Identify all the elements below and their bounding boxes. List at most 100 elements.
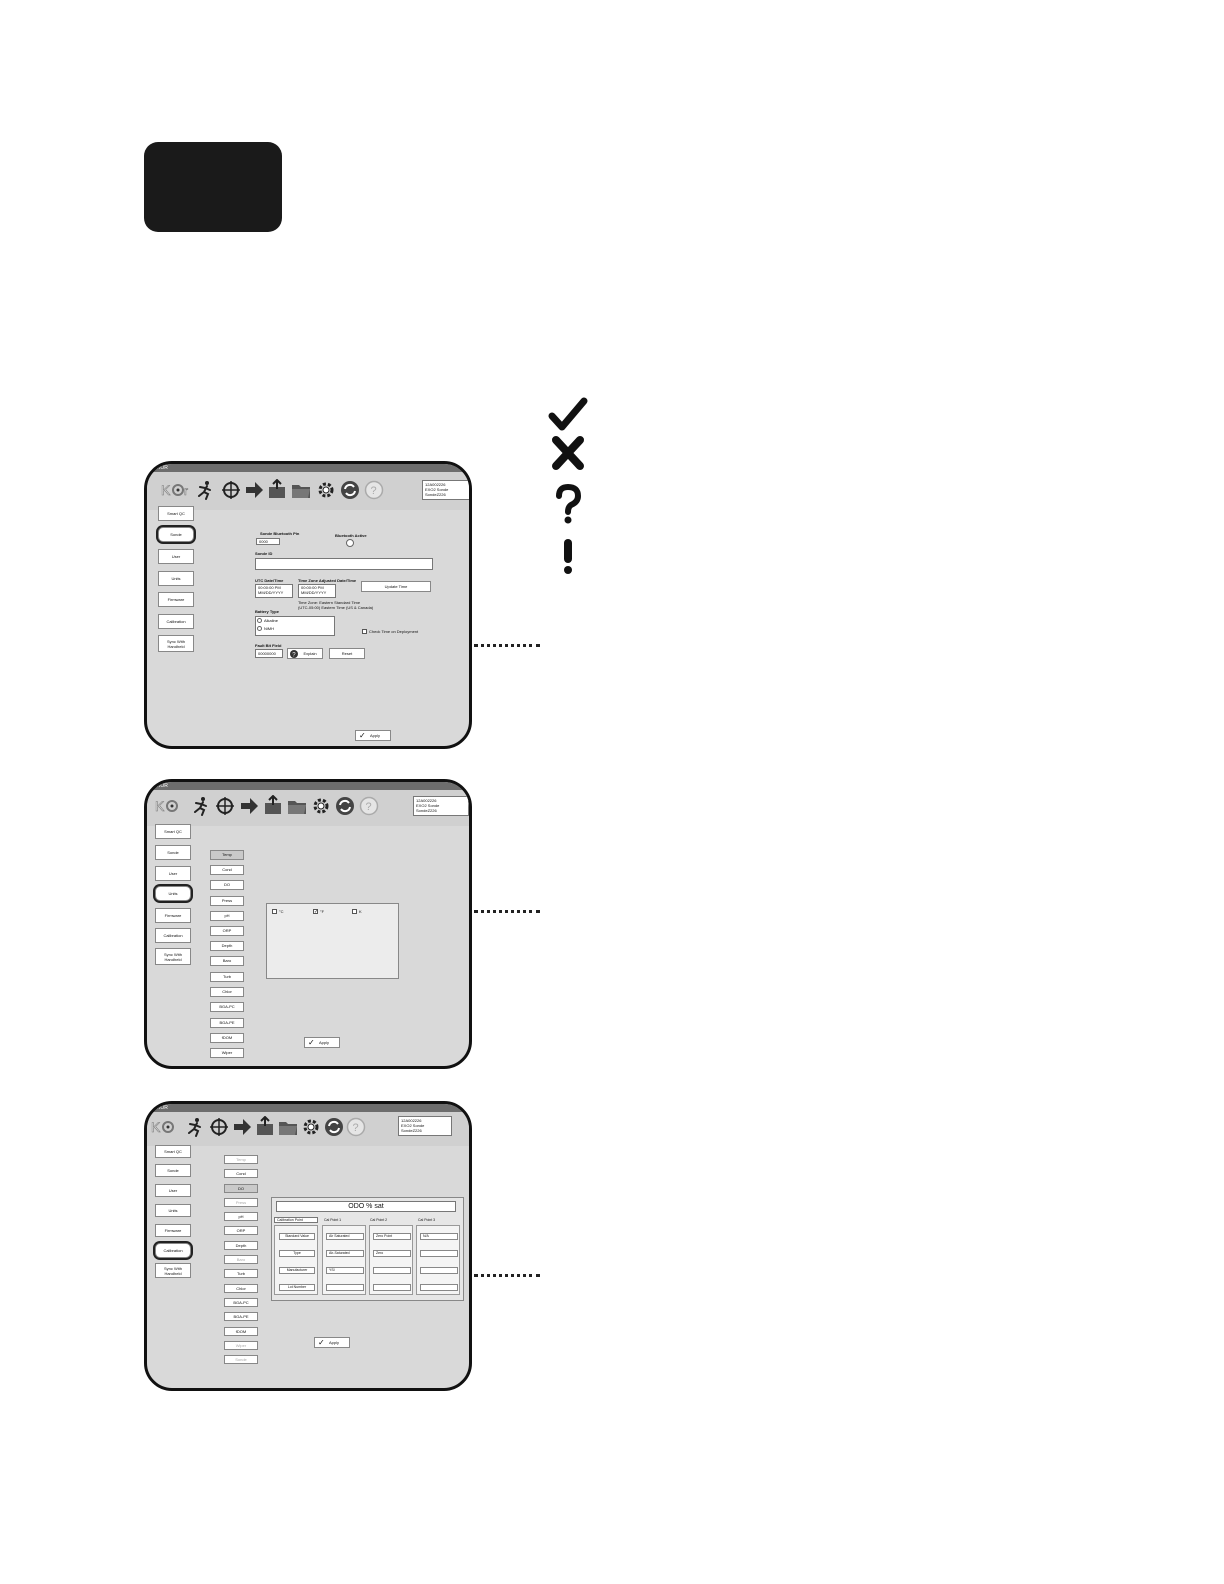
sub-temp[interactable]: Temp (224, 1155, 258, 1164)
cal-point-3-manufacturer[interactable] (420, 1267, 458, 1274)
bt-active-indicator[interactable] (346, 539, 354, 547)
sub-bga-pe[interactable]: BGA-PE (224, 1312, 258, 1321)
nav-sync-handheld[interactable]: Sync With Handheld (155, 1263, 191, 1278)
cal-point-3-standard-value[interactable]: N/A (420, 1233, 458, 1240)
sub-turb[interactable]: Turb (210, 972, 244, 982)
run-icon[interactable] (191, 796, 211, 816)
arrow-right-icon[interactable] (244, 480, 264, 500)
upload-folder-icon[interactable] (255, 1116, 275, 1136)
settings-gear-icon[interactable] (310, 795, 332, 817)
battery-nimh-radio[interactable] (257, 626, 262, 631)
cal-point-2-standard-value[interactable]: Zero Point (373, 1233, 411, 1240)
cal-point-1-manufacturer[interactable]: YSI (326, 1267, 364, 1274)
sync-icon[interactable] (324, 1117, 344, 1137)
sub-ph[interactable]: pH (224, 1212, 258, 1221)
upload-folder-icon[interactable] (267, 479, 287, 499)
sub-baro[interactable]: Baro (210, 956, 244, 966)
run-icon[interactable] (185, 1117, 205, 1137)
help-icon[interactable]: ? (346, 1117, 366, 1137)
nav-user[interactable]: User (155, 866, 191, 881)
settings-gear-icon[interactable] (315, 479, 337, 501)
check-time-checkbox[interactable] (362, 629, 367, 634)
apply-button[interactable]: ✓ Apply (304, 1037, 340, 1048)
nav-firmware[interactable]: Firmware (158, 592, 194, 607)
unit-fahrenheit-checkbox[interactable]: ✓ (313, 909, 318, 915)
cal-point-1-standard-value[interactable]: Air Saturated (326, 1233, 364, 1240)
cal-point-3-lot-number[interactable] (420, 1284, 458, 1291)
cal-point-2-manufacturer[interactable] (373, 1267, 411, 1274)
folder-icon[interactable] (291, 480, 311, 500)
arrow-right-icon[interactable] (232, 1117, 252, 1137)
sonde-id-field[interactable] (255, 558, 433, 570)
sub-do[interactable]: DO (224, 1184, 258, 1193)
nav-firmware[interactable]: Firmware (155, 1224, 191, 1237)
help-icon[interactable]: ? (364, 480, 384, 500)
nav-sonde[interactable]: Sonde (155, 1164, 191, 1177)
nav-smart-qc[interactable]: Smart QC (158, 506, 194, 521)
nav-sync-handheld[interactable]: Sync With Handheld (158, 635, 194, 652)
nav-sonde[interactable]: Sonde (158, 527, 194, 542)
sub-fdom[interactable]: fDOM (224, 1327, 258, 1336)
sub-fdom[interactable]: fDOM (210, 1033, 244, 1043)
sub-baro[interactable]: Baro (224, 1255, 258, 1264)
run-icon[interactable] (195, 480, 215, 500)
cal-point-3-type[interactable] (420, 1250, 458, 1257)
nav-smart-qc[interactable]: Smart QC (155, 824, 191, 839)
cal-point-2-lot-number[interactable] (373, 1284, 411, 1291)
sub-orp[interactable]: ORP (224, 1226, 258, 1235)
cal-point-2-type[interactable]: Zero (373, 1250, 411, 1257)
nav-sync-handheld[interactable]: Sync With Handheld (155, 948, 191, 965)
nav-smart-qc[interactable]: Smart QC (155, 1145, 191, 1158)
nav-units[interactable]: Units (155, 886, 191, 901)
sub-chlor[interactable]: Chlor (210, 987, 244, 997)
bt-pin-field[interactable]: 0000 (256, 538, 280, 545)
sub-cond[interactable]: Cond (210, 865, 244, 875)
nav-user[interactable]: User (158, 549, 194, 564)
nav-firmware[interactable]: Firmware (155, 908, 191, 923)
sub-ph[interactable]: pH (210, 911, 244, 921)
sub-cond[interactable]: Cond (224, 1169, 258, 1178)
nav-user[interactable]: User (155, 1184, 191, 1197)
nav-units[interactable]: Units (155, 1204, 191, 1217)
unit-celsius-checkbox[interactable] (272, 909, 277, 914)
sub-temp[interactable]: Temp (210, 850, 244, 860)
apply-button[interactable]: ✓ Apply (314, 1337, 350, 1348)
sub-bga-pe[interactable]: BGA-PE (210, 1018, 244, 1028)
nav-calibration[interactable]: Calibration (155, 1243, 191, 1258)
nav-calibration[interactable]: Calibration (155, 928, 191, 943)
sub-orp[interactable]: ORP (210, 926, 244, 936)
battery-alkaline-radio[interactable] (257, 618, 262, 623)
sub-do[interactable]: DO (210, 880, 244, 890)
sub-turb[interactable]: Turb (224, 1269, 258, 1278)
update-time-button[interactable]: Update Time (361, 581, 431, 592)
nav-calibration[interactable]: Calibration (158, 614, 194, 629)
sub-bga-pc[interactable]: BGA-PC (210, 1002, 244, 1012)
crosshair-icon[interactable] (209, 1117, 229, 1137)
nav-sonde[interactable]: Sonde (155, 845, 191, 860)
sub-press[interactable]: Press (210, 896, 244, 906)
arrow-right-icon[interactable] (239, 796, 259, 816)
sync-icon[interactable] (335, 796, 355, 816)
reset-button[interactable]: Reset (329, 648, 365, 659)
help-icon[interactable]: ? (359, 796, 379, 816)
sub-wiper[interactable]: Wiper (210, 1048, 244, 1058)
sync-icon[interactable] (340, 480, 360, 500)
cal-point-1-lot-number[interactable] (326, 1284, 364, 1291)
folder-icon[interactable] (278, 1117, 298, 1137)
cal-point-1-type[interactable]: Air-Saturated (326, 1250, 364, 1257)
crosshair-icon[interactable] (215, 796, 235, 816)
sub-depth[interactable]: Depth (224, 1241, 258, 1250)
sub-chlor[interactable]: Chlor (224, 1284, 258, 1293)
sub-depth[interactable]: Depth (210, 941, 244, 951)
sub-press[interactable]: Press (224, 1198, 258, 1207)
calibration-point-tab[interactable]: Calibration Point (274, 1217, 318, 1223)
sub-sonde[interactable]: Sonde (224, 1355, 258, 1364)
sub-wiper[interactable]: Wiper (224, 1341, 258, 1350)
apply-button[interactable]: ✓ Apply (355, 730, 391, 741)
explain-button[interactable]: ? Explain (287, 648, 323, 659)
sub-bga-pc[interactable]: BGA-PC (224, 1298, 258, 1307)
crosshair-icon[interactable] (221, 480, 241, 500)
nav-units[interactable]: Units (158, 571, 194, 586)
settings-gear-icon[interactable] (300, 1116, 322, 1138)
unit-kelvin-checkbox[interactable] (352, 909, 357, 914)
